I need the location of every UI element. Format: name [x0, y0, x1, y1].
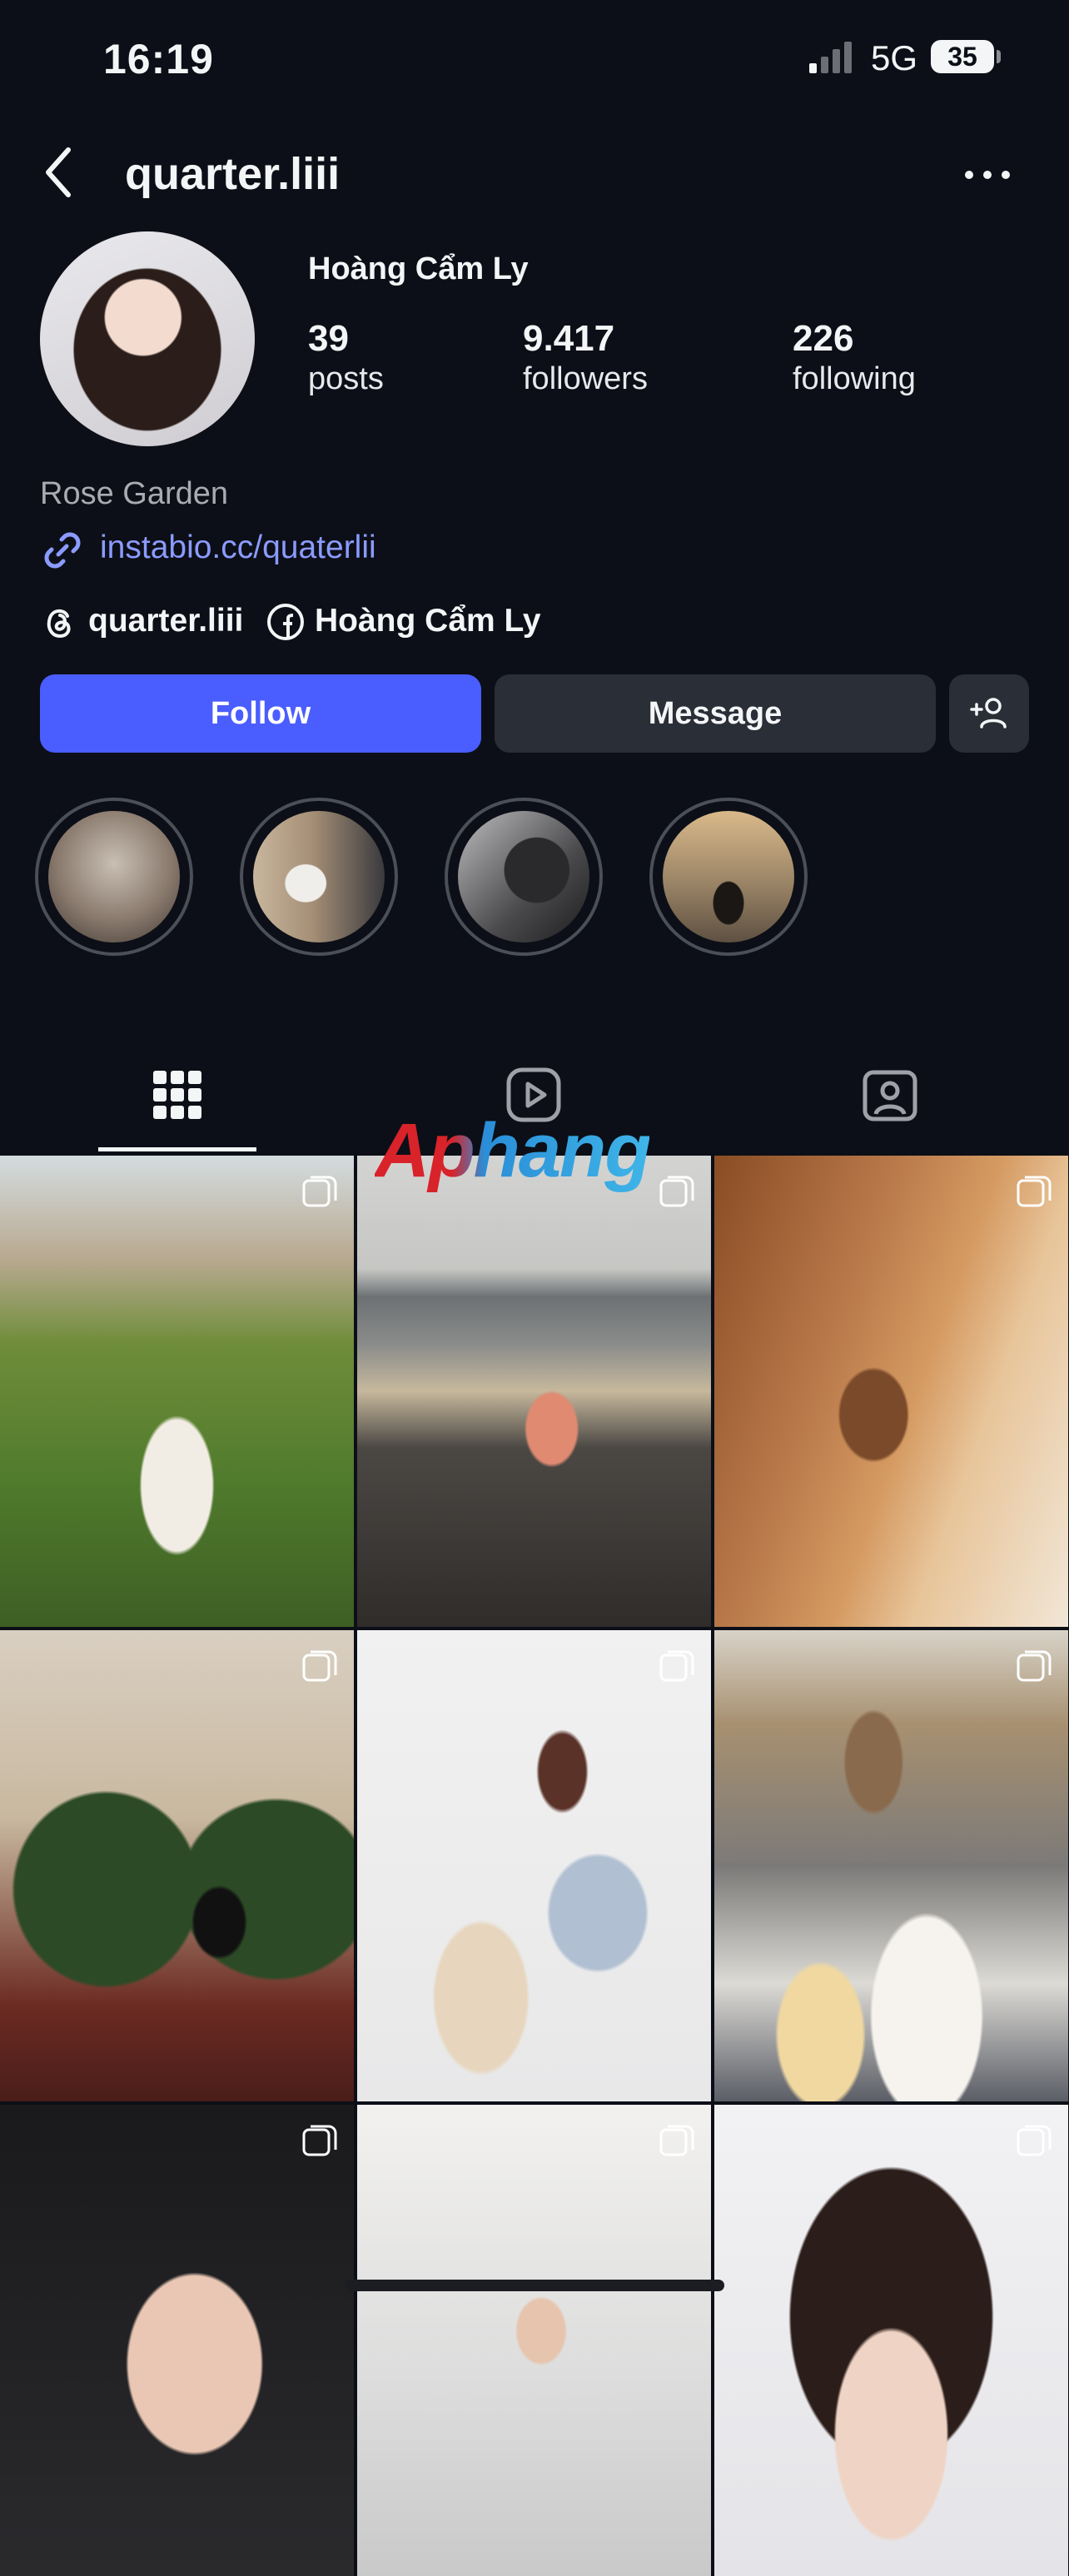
grid-icon [153, 1071, 201, 1119]
battery-icon: 35 [931, 38, 1002, 75]
followers-count[interactable]: 9.417 followers [523, 318, 648, 397]
page-title-username: quarter.liii [125, 149, 341, 199]
more-options-icon[interactable] [962, 167, 1012, 183]
tab-tagged[interactable] [811, 1056, 969, 1152]
grid-post-2[interactable] [357, 1156, 711, 1627]
grid-post-6[interactable] [714, 1630, 1068, 2101]
active-tab-indicator [98, 1147, 256, 1151]
multi-photo-icon [659, 2125, 694, 2156]
story-highlight-3[interactable] [445, 798, 603, 956]
multi-photo-icon [659, 1176, 694, 1207]
follow-button[interactable]: Follow [40, 674, 481, 753]
tab-posts-grid[interactable] [98, 1056, 256, 1152]
grid-post-8[interactable] [357, 2105, 711, 2576]
profile-full-name: Hoàng Cẩm Ly [308, 251, 529, 286]
posts-count: 39 posts [308, 318, 384, 396]
multi-photo-icon [302, 1650, 337, 1682]
story-highlight-2[interactable] [240, 798, 398, 956]
story-highlight-4[interactable] [649, 798, 808, 956]
story-highlight-1[interactable] [35, 798, 193, 956]
multi-photo-icon [302, 1176, 337, 1207]
tagged-icon [863, 1070, 917, 1121]
back-chevron-icon[interactable] [40, 143, 82, 201]
profile-avatar[interactable] [40, 231, 255, 446]
watermark-logo: Aphang [375, 1108, 651, 1193]
threads-handle[interactable]: quarter.liii [88, 603, 243, 639]
profile-bio: Rose Garden [40, 476, 229, 511]
bio-link[interactable]: instabio.cc/quaterlii [100, 530, 376, 566]
network-type: 5G [871, 38, 918, 77]
suggest-users-button[interactable] [949, 674, 1029, 753]
add-user-icon [970, 698, 1007, 729]
home-indicator [345, 2280, 724, 2291]
grid-post-5[interactable] [357, 1630, 711, 2101]
threads-icon[interactable] [40, 603, 78, 641]
signal-icon [809, 42, 852, 73]
grid-post-7[interactable] [0, 2105, 354, 2576]
link-icon [44, 532, 81, 569]
facebook-name[interactable]: Hoàng Cẩm Ly [315, 603, 541, 639]
following-count[interactable]: 226 following [793, 318, 916, 397]
battery-level: 35 [931, 40, 994, 73]
multi-photo-icon [302, 2125, 337, 2156]
grid-post-9[interactable] [714, 2105, 1068, 2576]
multi-photo-icon [1017, 2125, 1052, 2156]
grid-post-1[interactable] [0, 1156, 354, 1627]
status-time: 16:19 [103, 36, 214, 82]
grid-post-3[interactable] [714, 1156, 1068, 1627]
multi-photo-icon [1017, 1176, 1052, 1207]
posts-grid [0, 1156, 1069, 2576]
facebook-icon[interactable] [266, 603, 305, 641]
grid-post-4[interactable] [0, 1630, 354, 2101]
multi-photo-icon [1017, 1650, 1052, 1682]
multi-photo-icon [659, 1650, 694, 1682]
message-button[interactable]: Message [495, 674, 936, 753]
